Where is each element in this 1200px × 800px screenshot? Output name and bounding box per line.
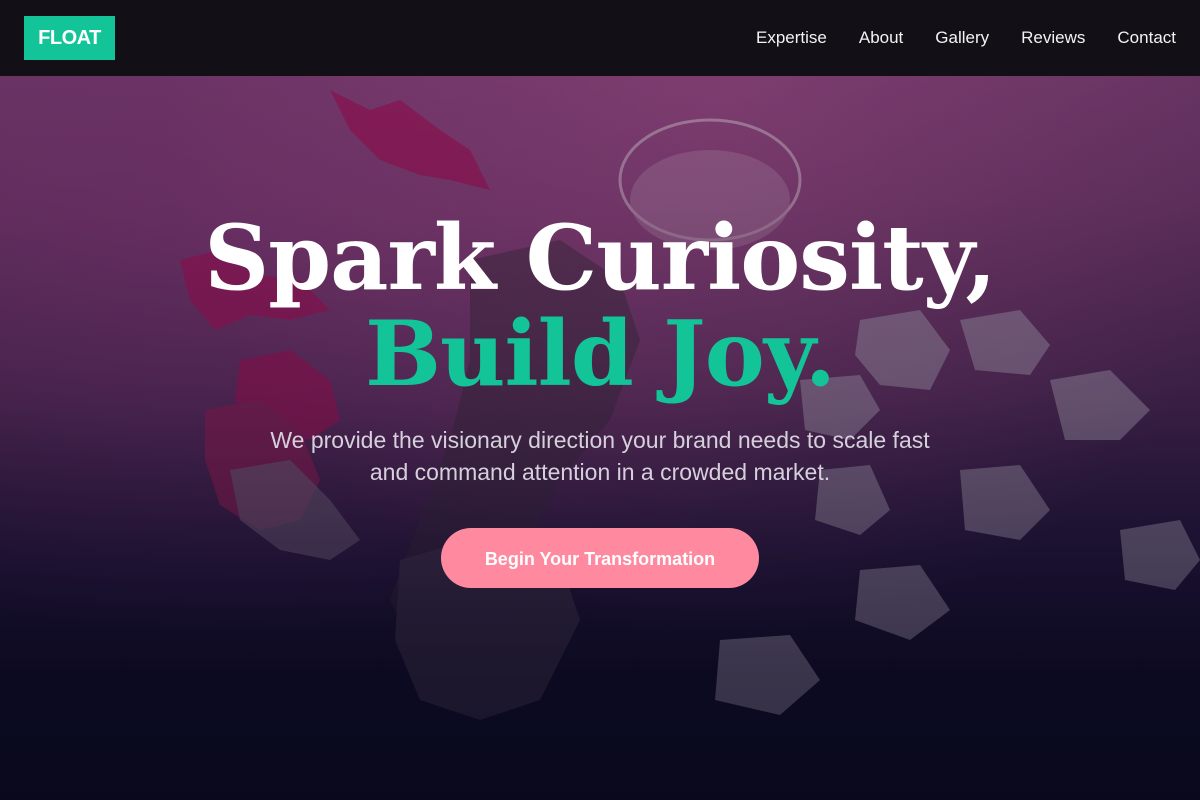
begin-transformation-button[interactable]: Begin Your Transformation [441,528,759,588]
nav-link-expertise[interactable]: Expertise [756,28,827,48]
landing-page: FLOAT Expertise About Gallery Reviews Co… [0,0,1200,800]
nav-link-gallery[interactable]: Gallery [935,28,989,48]
nav-link-contact[interactable]: Contact [1117,28,1176,48]
hero-section: Spark Curiosity, Build Joy. We provide t… [0,210,1200,588]
hero-subtext: We provide the visionary direction your … [270,427,930,485]
logo[interactable]: FLOAT [24,16,115,60]
hero-headline: Spark Curiosity, Build Joy. [0,210,1200,402]
headline-line-1: Spark Curiosity, [204,205,997,311]
site-header: FLOAT Expertise About Gallery Reviews Co… [0,0,1200,76]
headline-line-2: Build Joy. [364,301,836,407]
nav-link-about[interactable]: About [859,28,903,48]
main-nav: Expertise About Gallery Reviews Contact [756,28,1176,48]
nav-link-reviews[interactable]: Reviews [1021,28,1085,48]
